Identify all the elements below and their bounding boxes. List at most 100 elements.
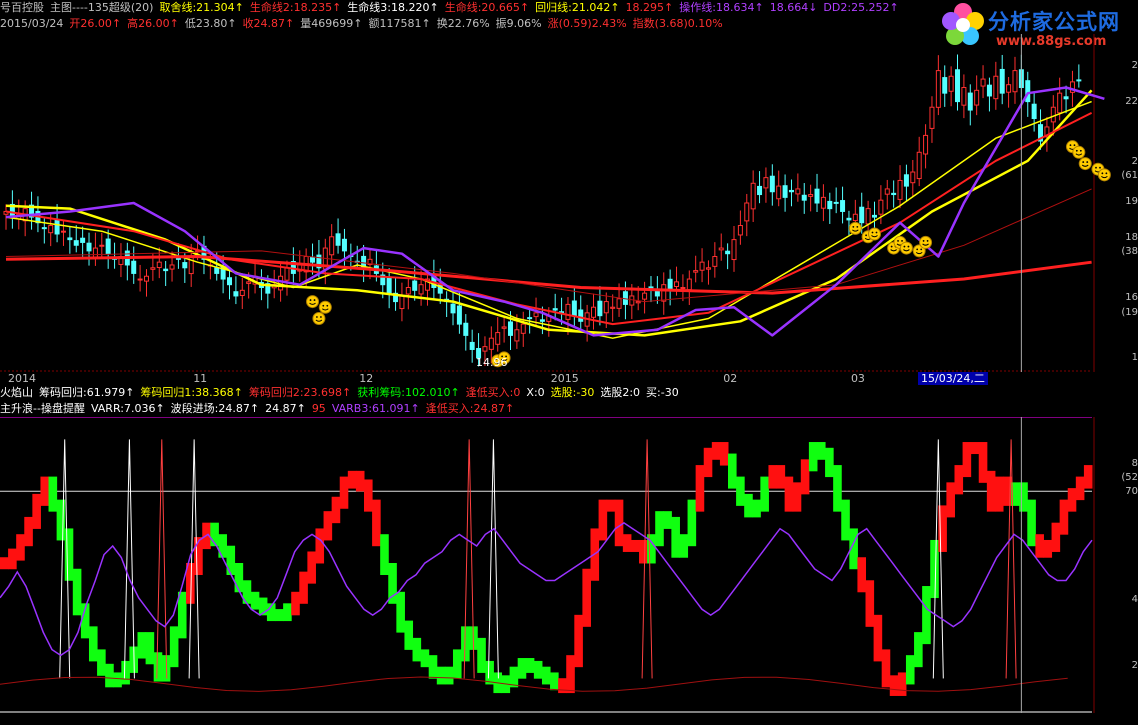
row1-item: 生命线3:18.220↑ xyxy=(347,1,439,14)
wave-bar xyxy=(744,493,753,518)
candle xyxy=(565,303,571,320)
row1-item: DD2:25.252↑ xyxy=(823,1,899,14)
candle xyxy=(163,268,169,272)
candle xyxy=(99,244,105,247)
candle xyxy=(852,213,858,222)
wave-bar xyxy=(719,442,729,466)
candle xyxy=(820,196,826,209)
wave-bar xyxy=(800,459,810,495)
y-tick-label: 1 xyxy=(1131,352,1138,363)
candle xyxy=(54,218,60,235)
wave-bar xyxy=(396,591,405,633)
candle xyxy=(903,174,909,187)
row2-item: 振9.06% xyxy=(495,17,542,30)
wave-bar xyxy=(323,511,333,541)
candle xyxy=(552,308,558,311)
candle xyxy=(788,189,794,193)
wave-bar xyxy=(517,658,527,679)
wave-bar xyxy=(404,620,414,650)
wave-bar xyxy=(250,591,260,610)
wave-bar xyxy=(752,499,761,518)
candle xyxy=(859,206,865,224)
candle xyxy=(227,277,233,286)
wave-indicator-chart[interactable] xyxy=(0,417,1118,725)
candle xyxy=(750,182,756,210)
candle xyxy=(48,225,54,234)
candle xyxy=(1057,92,1063,114)
wave-bar xyxy=(137,632,147,659)
row3-item: 选股2:0 xyxy=(600,386,641,399)
candle xyxy=(712,256,718,267)
wave-bar xyxy=(1067,488,1077,512)
row3-item: 选股:-30 xyxy=(550,386,595,399)
smiley-icon xyxy=(848,221,862,235)
candle xyxy=(495,332,501,345)
candle xyxy=(412,280,418,291)
candle xyxy=(986,84,992,97)
wave-bar xyxy=(784,476,794,512)
smiley-icon xyxy=(1097,168,1111,182)
row2-item: 涨(0.59)2.43% xyxy=(547,17,627,30)
candle xyxy=(60,230,66,233)
candle xyxy=(795,188,801,195)
wave-bar xyxy=(24,516,33,547)
wave-bar xyxy=(0,557,9,570)
wave-bar xyxy=(550,672,559,691)
wave-bar xyxy=(533,660,543,679)
row3-item: 获利筹码:102.010↑ xyxy=(357,386,460,399)
wave-bar xyxy=(40,476,50,506)
candle xyxy=(827,200,833,210)
spike-line xyxy=(1005,439,1017,679)
candle xyxy=(41,227,47,230)
candle xyxy=(67,237,73,241)
candle xyxy=(514,329,520,342)
y-tick-label: 8 xyxy=(1131,458,1138,469)
wave-bar xyxy=(88,626,98,662)
wave-bar xyxy=(606,499,616,512)
wave-bar xyxy=(48,476,58,512)
wave-bar xyxy=(622,534,632,552)
wave-bar xyxy=(986,470,996,512)
candle xyxy=(661,284,667,302)
wave-bar xyxy=(1075,476,1085,501)
wave-bar xyxy=(881,649,891,688)
wave-bar xyxy=(808,442,818,472)
candle xyxy=(597,300,603,317)
wave-bar xyxy=(687,499,697,547)
wave-bar xyxy=(897,672,907,696)
candle xyxy=(610,306,616,309)
row2-item: 指数(3.68)0.10% xyxy=(632,17,723,30)
candle xyxy=(131,260,137,274)
smiley-icon xyxy=(1072,145,1086,159)
row1-item: 生命线:20.665↑ xyxy=(444,1,530,14)
row1-item: 操作线:18.634↑ xyxy=(679,1,764,14)
x-tick-label: 2015 xyxy=(550,372,579,385)
candlestick-chart[interactable] xyxy=(0,34,1118,372)
wave-bar xyxy=(420,649,430,668)
row1-item: 18.295↑ xyxy=(625,1,674,14)
candle xyxy=(699,261,705,271)
wave-bar xyxy=(64,528,74,581)
row4-item: VARR:7.036↑ xyxy=(90,402,165,415)
wave-bar xyxy=(1083,465,1093,489)
y-tick-label: 2 xyxy=(1131,60,1138,71)
candle xyxy=(782,185,788,198)
candle xyxy=(156,261,162,268)
candle xyxy=(1050,106,1056,123)
row3-item: 逢低买入:0 xyxy=(465,386,521,399)
row2-item: 开26.00↑ xyxy=(69,17,122,30)
wave-bar xyxy=(56,499,66,541)
candle xyxy=(92,247,98,259)
candle xyxy=(310,256,316,263)
candle xyxy=(603,301,609,314)
candle xyxy=(399,295,405,310)
wave-bar xyxy=(452,649,462,679)
wave-bar xyxy=(372,499,381,547)
wave-bar xyxy=(914,632,923,668)
wave-bar xyxy=(364,479,373,512)
wave-bar xyxy=(121,660,130,685)
smiley-icon xyxy=(1078,157,1092,171)
wave-bar xyxy=(558,678,567,694)
candle xyxy=(1076,79,1082,82)
wave-bar xyxy=(825,447,834,478)
